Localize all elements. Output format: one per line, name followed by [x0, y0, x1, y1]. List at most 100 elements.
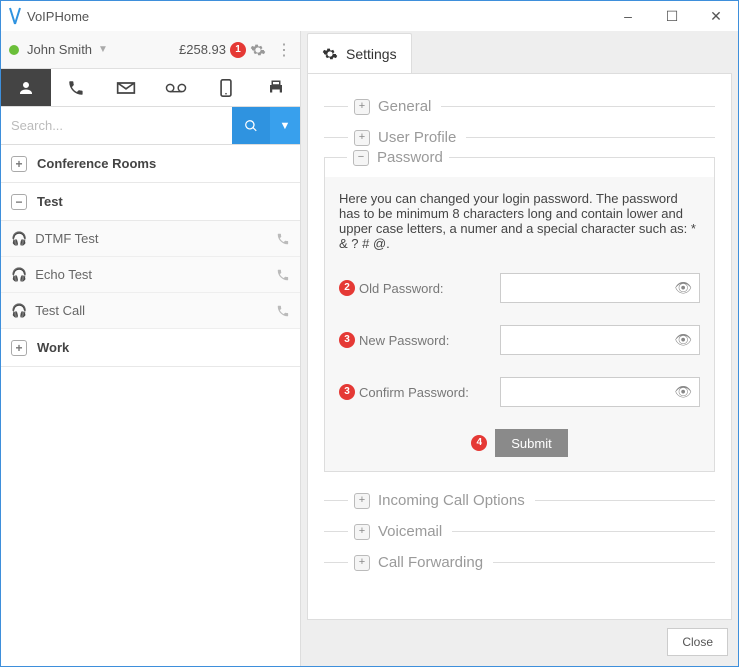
contact-label: Test Call: [35, 303, 85, 318]
section-call-forwarding[interactable]: + Call Forwarding: [324, 554, 715, 571]
search-filter-dropdown[interactable]: ▼: [270, 107, 300, 144]
annotation-badge-1: 1: [230, 42, 246, 58]
contact-row[interactable]: 🎧 Echo Test: [1, 257, 300, 293]
field-label-text: Old Password:: [359, 281, 444, 296]
contacts-icon: [17, 79, 35, 97]
section-title: Password: [377, 149, 443, 166]
expand-icon: +: [354, 99, 370, 115]
annotation-badge-4: 4: [471, 435, 487, 451]
section-title: Voicemail: [378, 523, 442, 540]
field-old-password: 2 Old Password: 👁: [339, 273, 700, 303]
tab-calls[interactable]: [51, 69, 101, 106]
eye-icon[interactable]: 👁: [674, 280, 692, 297]
voicemail-icon: [165, 82, 187, 94]
user-name[interactable]: John Smith: [27, 42, 92, 57]
fax-icon: [267, 79, 285, 97]
nav-tabs: [1, 69, 300, 107]
group-conference-rooms[interactable]: + Conference Rooms: [1, 145, 300, 183]
contact-row[interactable]: 🎧 Test Call: [1, 293, 300, 329]
expand-icon: +: [11, 340, 27, 356]
group-test[interactable]: − Test: [1, 183, 300, 221]
sidebar: John Smith ▼ £258.93 1 ⋮: [1, 31, 301, 666]
phone-icon[interactable]: [276, 268, 290, 282]
phone-icon[interactable]: [276, 232, 290, 246]
settings-tabstrip: Settings: [301, 31, 738, 73]
field-new-password: 3 New Password: 👁: [339, 325, 700, 355]
app-window: VoIPHome – ☐ ✕ John Smith ▼ £258.93 1 ⋮: [0, 0, 739, 667]
phone-icon: [67, 79, 85, 97]
expand-icon: +: [11, 156, 27, 172]
section-title: Call Forwarding: [378, 554, 483, 571]
contact-row[interactable]: 🎧 DTMF Test: [1, 221, 300, 257]
group-label: Work: [37, 340, 69, 355]
expand-icon: +: [354, 130, 370, 146]
search-icon: [244, 119, 258, 133]
field-label-text: Confirm Password:: [359, 385, 469, 400]
user-bar: John Smith ▼ £258.93 1 ⋮: [1, 31, 300, 69]
section-general[interactable]: + General: [324, 98, 715, 115]
eye-icon[interactable]: 👁: [674, 332, 692, 349]
section-voicemail[interactable]: + Voicemail: [324, 523, 715, 540]
field-label-text: New Password:: [359, 333, 449, 348]
section-title: User Profile: [378, 129, 456, 146]
group-label: Test: [37, 194, 63, 209]
group-label: Conference Rooms: [37, 156, 156, 171]
more-icon[interactable]: ⋮: [276, 40, 292, 60]
minimize-button[interactable]: –: [606, 1, 650, 31]
headset-icon: 🎧: [11, 303, 27, 319]
tab-fax[interactable]: [251, 69, 301, 106]
presence-indicator-icon: [9, 45, 19, 55]
section-title: General: [378, 98, 431, 115]
search-button[interactable]: [232, 107, 270, 144]
section-title: Incoming Call Options: [378, 492, 525, 509]
tab-voicemail[interactable]: [151, 69, 201, 106]
app-title: VoIPHome: [27, 9, 89, 24]
tab-settings[interactable]: Settings: [307, 33, 412, 73]
new-password-input[interactable]: [500, 325, 700, 355]
confirm-password-input[interactable]: [500, 377, 700, 407]
tab-contacts[interactable]: [1, 69, 51, 106]
close-button[interactable]: Close: [667, 628, 728, 656]
mobile-icon: [220, 79, 232, 97]
expand-icon: +: [354, 524, 370, 540]
balance-label: £258.93: [179, 42, 226, 57]
window-controls: – ☐ ✕: [606, 1, 738, 31]
collapse-icon: −: [11, 194, 27, 210]
contact-label: DTMF Test: [35, 231, 98, 246]
phone-icon[interactable]: [276, 304, 290, 318]
tab-mobile[interactable]: [201, 69, 251, 106]
tab-messages[interactable]: [101, 69, 151, 106]
group-work[interactable]: + Work: [1, 329, 300, 367]
expand-icon: +: [354, 493, 370, 509]
password-description: Here you can changed your login password…: [339, 191, 700, 251]
collapse-icon[interactable]: −: [353, 150, 369, 166]
search-input[interactable]: [1, 107, 232, 144]
old-password-input[interactable]: [500, 273, 700, 303]
tab-label: Settings: [346, 46, 397, 62]
section-password: − Password Here you can changed your log…: [324, 157, 715, 472]
search-bar: ▼: [1, 107, 300, 145]
contact-label: Echo Test: [35, 267, 92, 282]
chevron-down-icon: ▼: [280, 120, 291, 132]
eye-icon[interactable]: 👁: [674, 384, 692, 401]
annotation-badge-3b: 3: [339, 384, 355, 400]
gear-icon: [322, 46, 338, 62]
mail-icon: [116, 81, 136, 95]
annotation-badge-2: 2: [339, 280, 355, 296]
section-user-profile[interactable]: + User Profile: [324, 129, 715, 146]
maximize-button[interactable]: ☐: [650, 1, 694, 31]
titlebar: VoIPHome – ☐ ✕: [1, 1, 738, 31]
annotation-badge-3: 3: [339, 332, 355, 348]
headset-icon: 🎧: [11, 231, 27, 247]
contact-groups: + Conference Rooms − Test 🎧 DTMF Test 🎧: [1, 145, 300, 367]
gear-icon[interactable]: [250, 42, 266, 58]
app-logo-icon: [9, 7, 21, 25]
settings-body[interactable]: + General + User Profile − Passw: [307, 73, 732, 620]
field-confirm-password: 3 Confirm Password: 👁: [339, 377, 700, 407]
headset-icon: 🎧: [11, 267, 27, 283]
main-panel: Settings + General + User Profile: [301, 31, 738, 666]
chevron-down-icon[interactable]: ▼: [98, 44, 108, 55]
submit-button[interactable]: Submit: [495, 429, 567, 457]
window-close-button[interactable]: ✕: [694, 1, 738, 31]
section-incoming-call-options[interactable]: + Incoming Call Options: [324, 492, 715, 509]
